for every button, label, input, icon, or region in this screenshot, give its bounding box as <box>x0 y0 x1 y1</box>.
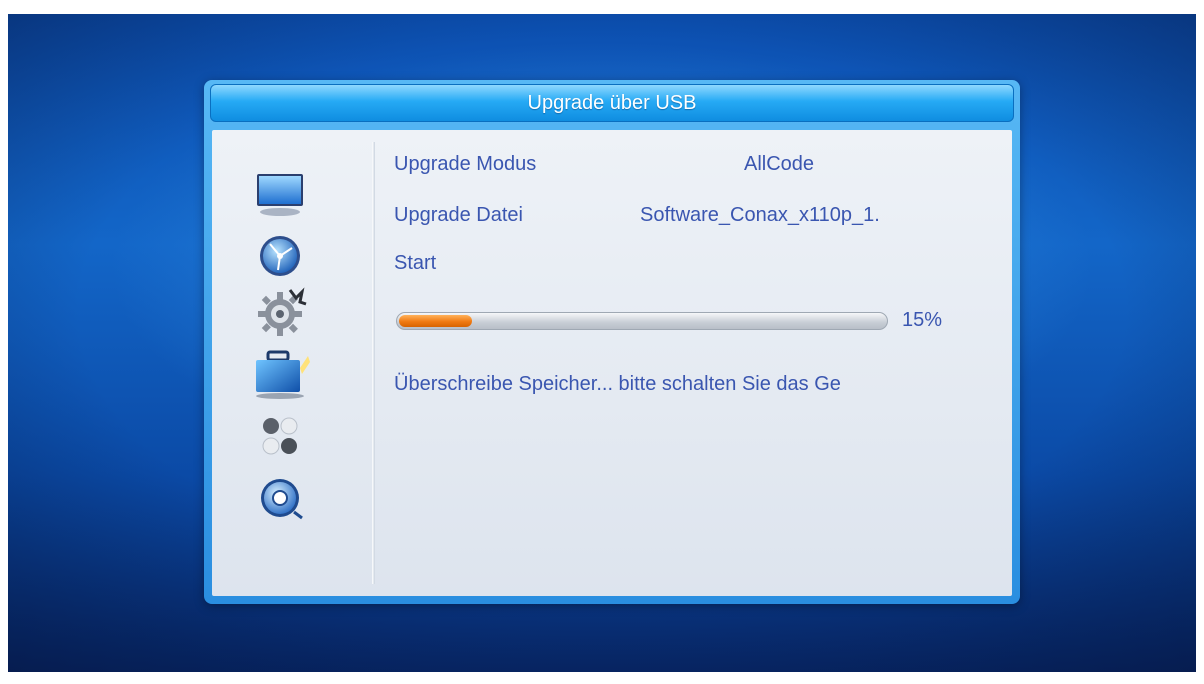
start-button[interactable]: Start <box>394 252 436 275</box>
sidebar-item-satellite[interactable] <box>250 230 310 282</box>
upgrade-dialog: Upgrade über USB Upgrade Modus AllCode U… <box>204 80 1020 604</box>
tv-icon <box>257 174 303 216</box>
upgrade-file-label: Upgrade Datei <box>394 204 523 226</box>
upgrade-status-message: Überschreibe Speicher... bitte schalten … <box>394 373 841 395</box>
sidebar-item-tools[interactable] <box>250 348 310 400</box>
sidebar-item-games[interactable] <box>250 412 310 464</box>
toolbox-icon <box>256 350 310 399</box>
dialog-body: Upgrade Modus AllCode Upgrade Datei Soft… <box>212 130 1012 596</box>
upgrade-progress-fill <box>399 315 472 327</box>
upgrade-progress-percent: 15% <box>902 309 943 331</box>
sidebar-item-settings[interactable] <box>250 286 310 338</box>
games-icon <box>262 417 298 455</box>
upgrade-content: Upgrade Modus AllCode Upgrade Datei Soft… <box>386 130 1006 596</box>
sidebar-item-media[interactable] <box>250 472 310 524</box>
menu-sidebar <box>212 130 372 596</box>
gear-icon <box>258 287 307 336</box>
sidebar-divider <box>372 142 375 584</box>
upgrade-mode-label: Upgrade Modus <box>394 153 537 175</box>
satellite-dish-icon <box>260 236 300 276</box>
media-player-icon <box>261 479 303 520</box>
upgrade-mode-value[interactable]: AllCode <box>744 153 814 176</box>
dialog-title: Upgrade über USB <box>527 91 697 114</box>
dialog-title-bar: Upgrade über USB <box>210 84 1014 122</box>
upgrade-progress-bar <box>396 312 888 330</box>
sidebar-item-tv[interactable] <box>250 170 310 222</box>
tv-screen: Upgrade über USB Upgrade Modus AllCode U… <box>8 14 1196 672</box>
upgrade-file-value[interactable]: Software_Conax_x110p_1. <box>640 204 880 227</box>
